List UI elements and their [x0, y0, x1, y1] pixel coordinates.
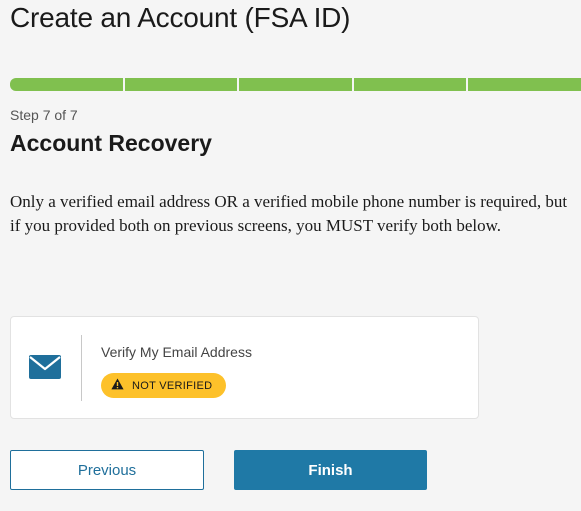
progress-segment [10, 78, 123, 91]
step-indicator: Step 7 of 7 [10, 107, 78, 123]
progress-segment [239, 78, 352, 91]
verify-email-label: Verify My Email Address [101, 344, 252, 360]
previous-button[interactable]: Previous [10, 450, 204, 490]
progress-bar [10, 78, 581, 91]
status-badge: NOT VERIFIED [101, 373, 227, 398]
section-title: Account Recovery [10, 130, 212, 156]
page-title: Create an Account (FSA ID) [10, 2, 351, 33]
warning-icon [111, 377, 124, 395]
progress-segment [124, 78, 238, 91]
finish-button[interactable]: Finish [234, 450, 427, 490]
verify-email-card[interactable]: Verify My Email Address NOT VERIFIED [10, 316, 479, 419]
progress-segment [468, 78, 581, 91]
envelope-icon [29, 355, 63, 381]
progress-segment [353, 78, 467, 91]
status-badge-text: NOT VERIFIED [132, 379, 213, 392]
intro-text: Only a verified email address OR a verif… [10, 192, 568, 235]
card-divider [81, 335, 82, 401]
